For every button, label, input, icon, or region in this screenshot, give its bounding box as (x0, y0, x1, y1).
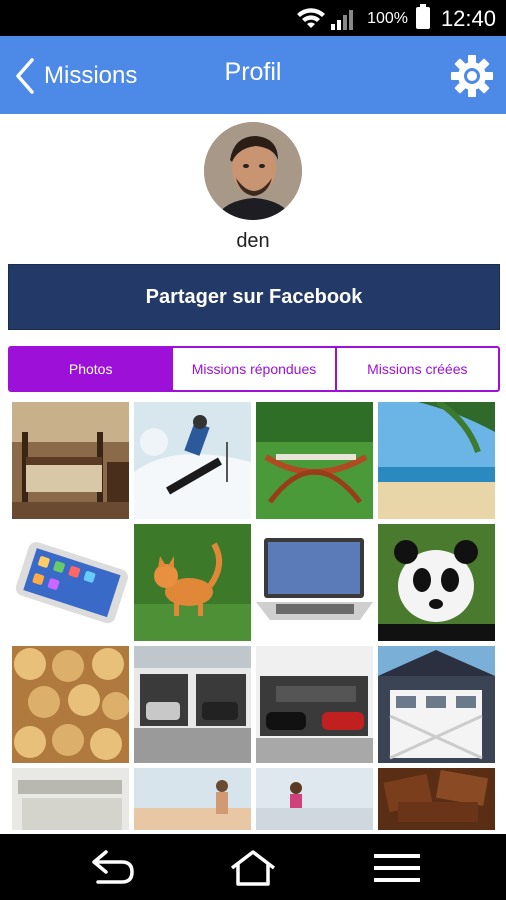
clock: 12:40 (440, 6, 496, 31)
panda-photo[interactable] (378, 524, 495, 641)
chocolate-photo[interactable] (378, 768, 495, 830)
username: den (236, 230, 270, 252)
signal-icon (331, 10, 353, 30)
snowboarder-photo[interactable] (134, 402, 251, 519)
avatar[interactable] (204, 122, 302, 220)
laptop-photo[interactable] (256, 524, 373, 641)
shelf-photo[interactable] (12, 768, 129, 830)
battery-percentage: 100% (367, 10, 408, 27)
runner-photo[interactable] (134, 768, 251, 830)
home-icon[interactable] (228, 848, 278, 888)
garage-door-photo[interactable] (378, 646, 495, 763)
tab-missions-answered[interactable]: Missions répondues (173, 348, 337, 390)
runner-photo-2[interactable] (256, 768, 373, 830)
battery-icon (416, 4, 430, 29)
wifi-icon (297, 8, 325, 28)
back-arrow-icon[interactable] (86, 848, 136, 888)
page-title: Profil (224, 58, 282, 86)
navigation-bar (0, 834, 506, 900)
app-bar: Missions Profil (0, 36, 506, 114)
beach-photo[interactable] (378, 402, 495, 519)
cookies-photo[interactable] (12, 646, 129, 763)
gear-icon[interactable] (450, 54, 494, 98)
menu-icon[interactable] (372, 848, 422, 888)
bedroom-photo[interactable] (12, 402, 129, 519)
share-facebook-button[interactable]: Partager sur Facebook (8, 264, 500, 330)
smartphone-photo[interactable] (12, 524, 129, 641)
tab-missions-created[interactable]: Missions créées (337, 348, 498, 390)
status-bar: 100% 12:40 (0, 0, 506, 36)
kitten-photo[interactable] (134, 524, 251, 641)
hammock-photo[interactable] (256, 402, 373, 519)
garage-cars-photo[interactable] (256, 646, 373, 763)
tab-photos[interactable]: Photos (10, 348, 174, 390)
garage-photo[interactable] (134, 646, 251, 763)
tab-bar: Photos Missions répondues Missions créée… (8, 346, 500, 392)
photo-grid (12, 402, 496, 830)
